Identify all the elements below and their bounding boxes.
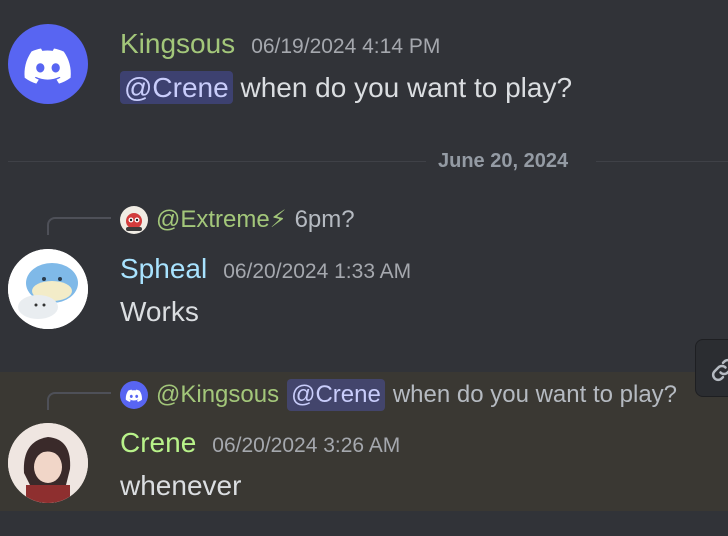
reply-preview[interactable]: @Extreme⚡ 6pm?	[120, 205, 355, 235]
spheal-avatar-icon	[8, 249, 88, 329]
date-divider-label: June 20, 2024	[438, 150, 569, 172]
message-timestamp: 06/20/2024 1:33 AM	[223, 260, 412, 283]
avatar-crene[interactable]	[8, 423, 88, 503]
avatar-kingsous[interactable]	[8, 24, 88, 104]
message-text: whenever	[120, 470, 242, 501]
reply-spine	[47, 217, 111, 235]
user-mention[interactable]: @Crene	[287, 379, 385, 411]
link-icon[interactable]	[708, 355, 728, 385]
reply-preview[interactable]: @Kingsous @Crene when do you want to pla…	[120, 379, 677, 411]
message-text: when do you want to play?	[240, 72, 573, 103]
extreme-avatar-icon	[120, 206, 148, 234]
discord-logo-icon	[24, 48, 71, 84]
lightning-badge-icon: ⚡	[269, 206, 287, 233]
discord-logo-icon	[120, 381, 148, 409]
crene-avatar-icon	[8, 423, 88, 503]
user-mention[interactable]: @Crene	[120, 71, 233, 104]
message-content: @Crene when do you want to play?	[120, 70, 572, 106]
reply-text: 6pm?	[294, 206, 355, 233]
username-kingsous[interactable]: Kingsous	[120, 28, 235, 60]
message-action-bar[interactable]	[695, 339, 728, 397]
date-divider-line-left	[8, 161, 426, 162]
username-spheal[interactable]: Spheal	[120, 253, 207, 285]
reply-username[interactable]: @Extreme⚡	[156, 205, 287, 235]
reply-text: when do you want to play?	[392, 381, 678, 408]
username-crene[interactable]: Crene	[120, 427, 196, 459]
message-timestamp: 06/19/2024 4:14 PM	[251, 35, 441, 58]
avatar-spheal[interactable]	[8, 249, 88, 329]
date-divider-line-right	[596, 161, 728, 162]
reply-spine	[47, 392, 111, 410]
message-text: Works	[120, 296, 199, 327]
message-timestamp: 06/20/2024 3:26 AM	[212, 434, 401, 457]
reply-username[interactable]: @Kingsous	[156, 380, 279, 410]
